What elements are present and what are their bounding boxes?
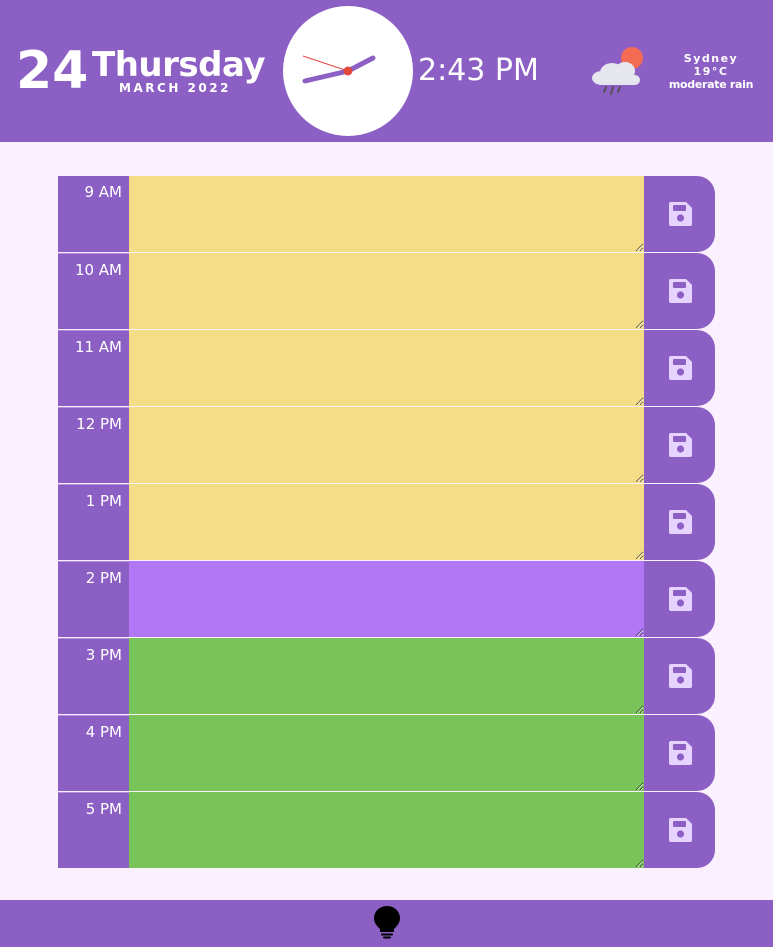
event-textarea[interactable]	[129, 330, 644, 406]
time-block-row: 2 PM	[58, 561, 715, 637]
time-block-row: 5 PM	[58, 792, 715, 868]
hour-label: 11 AM	[58, 330, 129, 406]
save-button[interactable]	[644, 253, 715, 329]
hour-label: 4 PM	[58, 715, 129, 791]
cloud-rain-sun-icon	[588, 44, 648, 102]
save-button[interactable]	[644, 792, 715, 868]
hour-label: 5 PM	[58, 792, 129, 868]
day-number: 24	[16, 41, 89, 101]
event-textarea[interactable]	[129, 407, 644, 483]
event-textarea[interactable]	[129, 253, 644, 329]
floppy-disk-icon	[668, 433, 692, 457]
floppy-disk-icon	[668, 279, 692, 303]
clock-center	[343, 66, 353, 76]
hour-label: 2 PM	[58, 561, 129, 637]
analog-clock	[283, 6, 413, 136]
floppy-disk-icon	[668, 356, 692, 380]
time-block-row: 9 AM	[58, 176, 715, 252]
lightbulb-icon[interactable]	[373, 905, 401, 943]
time-block-row: 1 PM	[58, 484, 715, 560]
weather-temperature: 19°C	[693, 65, 729, 78]
save-button[interactable]	[644, 561, 715, 637]
event-textarea[interactable]	[129, 715, 644, 791]
save-button[interactable]	[644, 330, 715, 406]
hour-label: 3 PM	[58, 638, 129, 714]
floppy-disk-icon	[668, 587, 692, 611]
day-name: Thursday	[92, 45, 266, 85]
floppy-disk-icon	[668, 818, 692, 842]
event-textarea[interactable]	[129, 484, 644, 560]
save-button[interactable]	[644, 407, 715, 483]
hour-label: 10 AM	[58, 253, 129, 329]
hour-hand	[302, 68, 351, 84]
floppy-disk-icon	[668, 741, 692, 765]
save-button[interactable]	[644, 638, 715, 714]
time-block-row: 10 AM	[58, 253, 715, 329]
save-button[interactable]	[644, 484, 715, 560]
floppy-disk-icon	[668, 202, 692, 226]
hour-schedule: 9 AM 10 AM 11 AM 12 PM 1 PM 2 PM 3 PM 4 PM 5 PM	[58, 176, 715, 869]
event-textarea[interactable]	[129, 792, 644, 868]
digital-time: 2:43 PM	[418, 53, 539, 88]
time-block-row: 11 AM	[58, 330, 715, 406]
event-textarea[interactable]	[129, 176, 644, 252]
time-block-row: 12 PM	[58, 407, 715, 483]
weather-city: Sydney	[683, 52, 739, 65]
event-textarea[interactable]	[129, 561, 644, 637]
hour-label: 9 AM	[58, 176, 129, 252]
month-year: MARCH 2022	[119, 81, 231, 95]
save-button[interactable]	[644, 715, 715, 791]
floppy-disk-icon	[668, 664, 692, 688]
weather-condition: moderate rain	[668, 78, 754, 91]
floppy-disk-icon	[668, 510, 692, 534]
header: 24 Thursday MARCH 2022 2:43 PM Sydney 19…	[0, 0, 773, 142]
save-button[interactable]	[644, 176, 715, 252]
hour-label: 12 PM	[58, 407, 129, 483]
weather-info: Sydney 19°C moderate rain	[658, 52, 764, 91]
hour-label: 1 PM	[58, 484, 129, 560]
event-textarea[interactable]	[129, 638, 644, 714]
time-block-row: 4 PM	[58, 715, 715, 791]
time-block-row: 3 PM	[58, 638, 715, 714]
second-hand	[302, 55, 349, 72]
